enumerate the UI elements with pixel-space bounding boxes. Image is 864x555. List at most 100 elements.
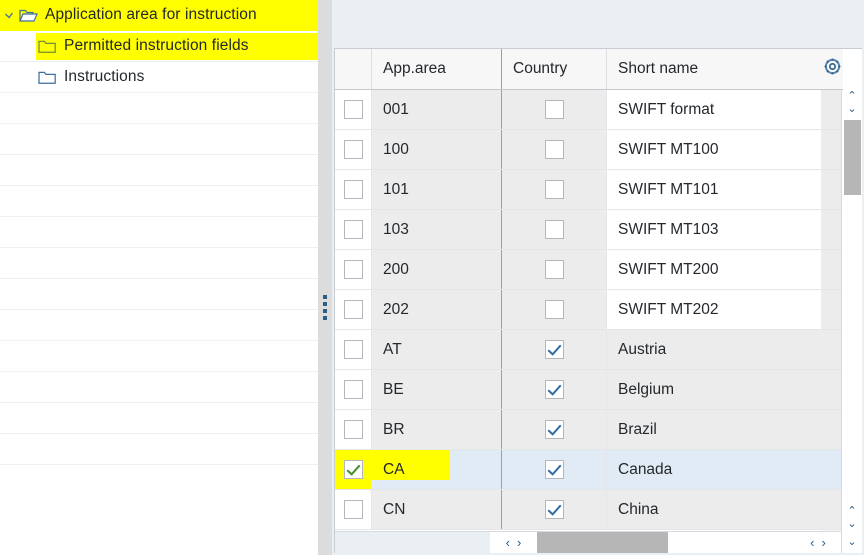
scroll-down-icon[interactable]: ⌄ [842,103,862,116]
table-row[interactable]: CN China [335,490,821,530]
scroll-right-icon-2[interactable]: › [822,536,826,549]
column-header-app-area[interactable]: App.area [372,49,502,89]
row-select-cell[interactable] [335,450,372,489]
table-row[interactable]: CA Canada [335,450,821,490]
scroll-up-icon[interactable]: ⌃ [842,90,862,103]
country-checkbox[interactable] [544,380,564,399]
table-row[interactable]: BE Belgium [335,370,821,410]
cell-country[interactable] [502,450,607,489]
row-select-checkbox[interactable] [343,420,363,439]
row-select-checkbox[interactable] [343,460,363,479]
country-checkbox[interactable] [544,460,564,479]
horizontal-scrollbar[interactable]: ‹ › ‹ › [335,531,842,553]
cell-short-name[interactable]: Austria [607,330,821,369]
scroll-down-icon-bottom[interactable]: ⌄ [842,518,862,531]
table-row[interactable]: 200 SWIFT MT200 [335,250,821,290]
cell-country[interactable] [502,290,607,329]
cell-country[interactable] [502,410,607,449]
cell-app-area[interactable]: BE [372,370,502,409]
tree-item-instructions[interactable]: Instructions [0,62,318,93]
row-select-cell[interactable] [335,170,372,209]
cell-app-area[interactable]: AT [372,330,502,369]
cell-short-name[interactable]: SWIFT MT101 [607,170,821,209]
table-row[interactable]: 100 SWIFT MT100 [335,130,821,170]
row-select-checkbox[interactable] [343,180,363,199]
row-select-checkbox[interactable] [343,500,363,519]
table-row[interactable]: AT Austria [335,330,821,370]
cell-app-area[interactable]: BR [372,410,502,449]
cell-app-area[interactable]: CN [372,490,502,529]
scroll-right-icon[interactable]: › [517,536,521,549]
country-checkbox[interactable] [544,140,564,159]
row-select-checkbox[interactable] [343,260,363,279]
cell-app-area[interactable]: 202 [372,290,502,329]
cell-short-name[interactable]: China [607,490,821,529]
row-select-cell[interactable] [335,330,372,369]
cell-short-name[interactable]: Belgium [607,370,821,409]
cell-country[interactable] [502,210,607,249]
tree-item-permitted-instruction-fields[interactable]: Permitted instruction fields [0,31,318,62]
country-checkbox[interactable] [544,260,564,279]
table-row[interactable]: 202 SWIFT MT202 [335,290,821,330]
scroll-left-icon[interactable]: ‹ [506,536,510,549]
cell-short-name[interactable]: SWIFT MT103 [607,210,821,249]
row-select-cell[interactable] [335,370,372,409]
hscroll-right-buttons[interactable]: ‹ › [794,532,842,553]
cell-short-name[interactable]: Canada [607,450,821,489]
table-row[interactable]: 103 SWIFT MT103 [335,210,821,250]
scrollbar-corner-button[interactable]: ⌄ [841,531,862,553]
cell-country[interactable] [502,90,607,129]
cell-app-area[interactable]: 200 [372,250,502,289]
row-select-checkbox[interactable] [343,100,363,119]
chevron-down-icon[interactable] [3,9,19,22]
cell-app-area[interactable]: 100 [372,130,502,169]
row-select-cell[interactable] [335,290,372,329]
cell-country[interactable] [502,370,607,409]
row-select-cell[interactable] [335,490,372,529]
tree-item-application-area[interactable]: Application area for instruction [0,0,318,31]
column-header-short-name[interactable]: Short name [607,49,821,89]
vertical-scrollbar[interactable]: ⌃ ⌄ ⌃ ⌄ [841,90,862,553]
cell-country[interactable] [502,330,607,369]
row-select-checkbox[interactable] [343,380,363,399]
cell-country[interactable] [502,130,607,169]
column-header-select[interactable] [335,49,372,89]
row-select-checkbox[interactable] [343,220,363,239]
scroll-up-icon-bottom[interactable]: ⌃ [842,505,862,518]
country-checkbox[interactable] [544,180,564,199]
cell-app-area[interactable]: 101 [372,170,502,209]
row-select-cell[interactable] [335,90,372,129]
cell-short-name[interactable]: SWIFT MT202 [607,290,821,329]
cell-country[interactable] [502,170,607,209]
cell-short-name[interactable]: SWIFT format [607,90,821,129]
row-select-cell[interactable] [335,250,372,289]
horizontal-scrollbar-track[interactable] [537,532,794,553]
row-select-cell[interactable] [335,210,372,249]
row-select-cell[interactable] [335,130,372,169]
cell-short-name[interactable]: SWIFT MT100 [607,130,821,169]
table-settings-button[interactable] [821,49,843,90]
country-checkbox[interactable] [544,220,564,239]
country-checkbox[interactable] [544,100,564,119]
horizontal-scrollbar-thumb[interactable] [537,532,668,553]
cell-app-area[interactable]: 001 [372,90,502,129]
vertical-scrollbar-thumb[interactable] [844,120,861,195]
row-select-checkbox[interactable] [343,340,363,359]
table-row[interactable]: BR Brazil [335,410,821,450]
column-header-country[interactable]: Country [502,49,607,89]
country-checkbox[interactable] [544,420,564,439]
cell-app-area[interactable]: 103 [372,210,502,249]
country-checkbox[interactable] [544,300,564,319]
row-select-checkbox[interactable] [343,300,363,319]
panel-splitter[interactable] [318,0,332,555]
splitter-grip-icon[interactable] [323,295,327,321]
cell-short-name[interactable]: Brazil [607,410,821,449]
country-checkbox[interactable] [544,500,564,519]
row-select-checkbox[interactable] [343,140,363,159]
scroll-left-icon-2[interactable]: ‹ [810,536,814,549]
cell-country[interactable] [502,250,607,289]
country-checkbox[interactable] [544,340,564,359]
row-select-cell[interactable] [335,410,372,449]
hscroll-left-buttons[interactable]: ‹ › [490,532,537,553]
cell-short-name[interactable]: SWIFT MT200 [607,250,821,289]
